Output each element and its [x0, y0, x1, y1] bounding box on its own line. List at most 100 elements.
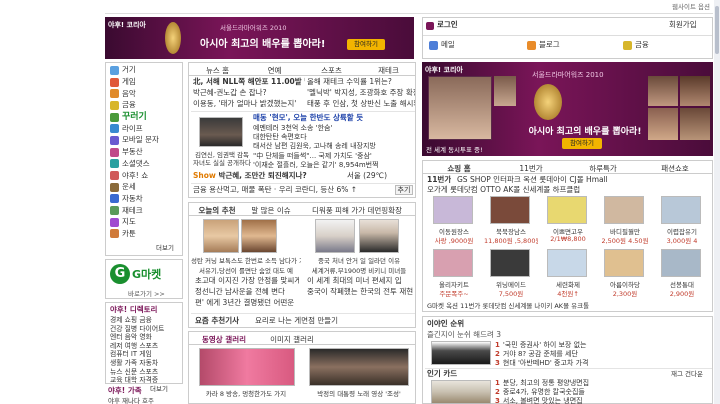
sidebar-item[interactable]: 운세	[110, 181, 182, 193]
today-photo[interactable]	[359, 219, 399, 253]
video-caption[interactable]: 박정의 대통령 노래 영상 '조성'	[303, 388, 415, 398]
directory-row[interactable]: 경제 쇼핑 금융	[110, 316, 182, 325]
ranking-item[interactable]: 1 '국민 증권사' 하이 보장 없는	[495, 341, 711, 350]
product-price[interactable]: 2,500원 4.50원	[598, 235, 652, 245]
today-line[interactable]: 중국이 작폐했는 한국의 전투 재현	[307, 287, 413, 298]
news-headline[interactable]: 태풍 후 인삼, 첫 상반신 노출 해시확보	[307, 99, 415, 110]
sidebar-item[interactable]: 야후! 쇼	[110, 170, 182, 182]
sidebar-more-link[interactable]: 더보기	[156, 243, 174, 254]
finance-link[interactable]: 금융	[623, 40, 649, 51]
sidebar-item[interactable]: 음악	[110, 88, 182, 100]
sidebar-item[interactable]: 꾸러기	[110, 111, 182, 123]
web-options-link[interactable]: 웹사이트 옵션	[672, 2, 710, 13]
banner-join-button[interactable]: 참여하기	[562, 138, 602, 149]
product-price[interactable]: 4천원↑	[541, 288, 595, 298]
feature-line[interactable]: 태서산 남편 김원욱, 고나해 송레 내장지방	[253, 142, 415, 151]
blog-link[interactable]: 블로그	[527, 40, 560, 51]
sidebar-item[interactable]: 소셜댓스	[110, 158, 182, 170]
video-thumb[interactable]	[309, 348, 409, 386]
family-links[interactable]: 야후 재나다 호주	[108, 396, 154, 404]
product-image[interactable]	[433, 249, 473, 277]
video-thumb[interactable]	[199, 348, 295, 386]
directory-more-link[interactable]: 더보기	[150, 384, 168, 395]
directory-row[interactable]: 교육 대학 자격증	[110, 376, 182, 385]
product-price[interactable]: 11,800원 ,5,800원	[484, 235, 538, 245]
product-image[interactable]	[604, 196, 644, 224]
show-headline[interactable]: Show 박근혜, 조만간 퇴진해지나?	[193, 171, 343, 182]
today-caption[interactable]: 세계거류,부1900명 비키니 미녀들	[303, 265, 415, 275]
product-image[interactable]	[661, 196, 701, 224]
today-line[interactable]: 편' 에게 3년간 결명됐던 어떤운	[195, 298, 299, 309]
product-price[interactable]: 주문폭주~	[427, 288, 481, 298]
shopping-bottom-links[interactable]: G마켓 옥션 11번가 롯데닷컴 신세계몰 나이키 AK몰 유크톨	[427, 301, 709, 312]
shopping-mall-links[interactable]: GS SHOP 인터파크 옥션 롯데아이 CJ몰 Hmall	[457, 175, 709, 186]
sidebar-item[interactable]: 재테크	[110, 205, 182, 217]
feature-headline[interactable]: 매동 '현모', 오늘 한반도 상륙할 듯	[253, 113, 415, 124]
today-caption[interactable]: 중국 처녀 안거 일 일라던 이유	[303, 255, 415, 265]
news-headline[interactable]: 北, 서해 NLL쪽 해안포 11.00발 발사	[193, 77, 305, 88]
seoul-drama-awards-large-banner[interactable]: 야후! 코리아 서울드라마어워즈 2010 아시아 최고의 배우를 뽑아라! 참…	[422, 62, 713, 156]
product-image[interactable]	[490, 196, 530, 224]
sidebar-item-first[interactable]: 거기	[110, 65, 136, 76]
sidebar-item[interactable]: 게임	[110, 76, 182, 88]
today-photo[interactable]	[203, 219, 239, 253]
weather-widget[interactable]: 서울 (29℃)	[347, 171, 407, 182]
today-photo[interactable]	[315, 219, 355, 253]
product-price[interactable]: 7,500원	[484, 288, 538, 298]
directory-row[interactable]: 컴퓨터 IT 게임	[110, 350, 182, 359]
product-image[interactable]	[490, 249, 530, 277]
sidebar-item[interactable]: 지도	[110, 216, 182, 228]
product-image[interactable]	[661, 249, 701, 277]
product-price[interactable]: 2,900원	[655, 288, 709, 298]
product-price[interactable]: 사랑 ,9000원	[427, 235, 481, 245]
news-more-button[interactable]: 추기	[395, 185, 413, 195]
directory-row[interactable]: 생활 가족 자동차	[110, 359, 182, 368]
hot-item[interactable]: 2 중로4가, 유명한 칼국숫집들	[495, 388, 711, 397]
directory-row[interactable]: 건강 질병 다이어트	[110, 325, 182, 334]
seoul-drama-awards-banner[interactable]: 야후! 코리아 서울드라마어워즈 2010 아시아 최고의 배우를 뽑아라! 참…	[105, 17, 414, 59]
sidebar-item[interactable]: 모바일 문자	[110, 134, 182, 146]
today-line[interactable]: 정선니간 남사운을 전혜 변다	[195, 287, 299, 298]
finance-news-line[interactable]: 금융 용산먹고, 매물 폭탄 · 우리 코란디, 등산 6% ↑	[193, 185, 379, 196]
product-image[interactable]	[604, 249, 644, 277]
sidebar-item[interactable]: 카툰	[110, 228, 182, 240]
today-line[interactable]: 초고대 이지진 가장 안정를 맞씨게	[195, 276, 299, 287]
photo-caption[interactable]: 자녀도 실실 공개하다	[193, 157, 251, 167]
directory-row[interactable]: 뉴스 신문 스포츠	[110, 368, 182, 377]
news-headline[interactable]: '멜닉박' 박지성, 조광화호 주장 확정	[307, 88, 415, 99]
sidebar-item[interactable]: 라이프	[110, 123, 182, 135]
hot-item[interactable]: 3 서소, 볼벼면 맛있는 냉면집	[495, 397, 711, 404]
ranking-item[interactable]: 2 거야 8? 공감 준체를 세단	[495, 350, 711, 359]
today-caption[interactable]: 서유기,당선이 를면단 숨었 대도 예	[191, 265, 301, 275]
product-price[interactable]: 2,300원	[598, 288, 652, 298]
food-photo[interactable]	[431, 380, 491, 404]
video-caption[interactable]: 카라 8 방송, 멍청한가도 가지	[191, 388, 301, 398]
signup-link[interactable]: 회원가입	[669, 20, 697, 31]
car-photo[interactable]	[431, 341, 491, 365]
directory-row[interactable]: 엔터 음악 영화	[110, 333, 182, 342]
gmarket-link[interactable]: 바로가기 >>	[128, 288, 165, 298]
product-image[interactable]	[547, 196, 587, 224]
shopping-mall-links[interactable]: 오가게 롯데닷컴 OTTO AK몰 신세계몰 하프클럽	[427, 185, 709, 196]
feature-line[interactable]: "中 단체들 떠들썩"... 국제 가치도 '중삼'	[253, 152, 415, 161]
feature-line[interactable]: '이재순 절흘러, 오늘은 같기' 8,954m번쩍	[253, 161, 415, 170]
product-image[interactable]	[547, 249, 587, 277]
login-link[interactable]: 로그인	[437, 20, 458, 31]
feature-line[interactable]: 대한탄탄 속편호다	[253, 133, 415, 142]
today-line[interactable]: 이 세계 최대의 미너 편세지 입	[307, 276, 413, 287]
scrollbar[interactable]	[714, 0, 720, 404]
sidebar-item[interactable]: 부동산	[110, 146, 182, 158]
mail-link[interactable]: 메일	[429, 40, 455, 51]
hot-more-link[interactable]: 재그 건다운	[671, 369, 703, 380]
ranking-item[interactable]: 3 현대 '아반떼HD' 중고차 가격	[495, 359, 711, 368]
today-caption[interactable]: 성탄 커닝 보톡스도 한번로 소득 남다가 거가도 봐	[191, 255, 301, 265]
product-price[interactable]: 3,000원 4	[655, 235, 709, 245]
directory-row[interactable]: 레저 여행 스포츠	[110, 342, 182, 351]
scrollbar-thumb[interactable]	[715, 6, 719, 54]
product-image[interactable]	[433, 196, 473, 224]
sidebar-item[interactable]: 금융	[110, 99, 182, 111]
hot-item[interactable]: 1 분당, 최고의 정통 평양냉면집	[495, 379, 711, 388]
news-headline[interactable]: 박근혜-권노갑 손 잡나?	[193, 88, 305, 99]
news-headline[interactable]: 올해 재테크 수익률 1위는?	[307, 77, 415, 88]
today-photo[interactable]	[241, 219, 277, 253]
